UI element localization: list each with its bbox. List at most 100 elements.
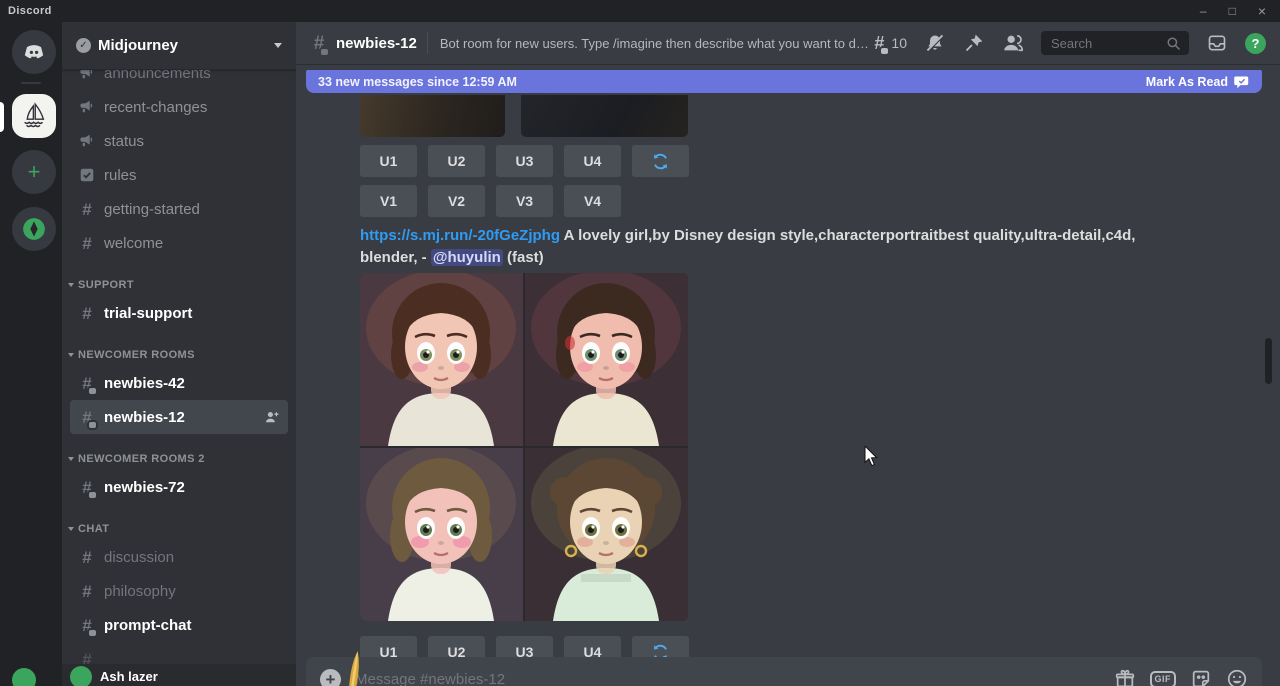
category-support[interactable]: SUPPORT xyxy=(62,274,296,296)
user-panel[interactable]: Ash lazer xyxy=(62,664,296,686)
message-input[interactable]: Message #newbies-12 xyxy=(355,671,1100,686)
maximize-button[interactable]: □ xyxy=(1229,5,1236,17)
attach-plus-icon[interactable]: + xyxy=(320,669,341,686)
chevron-down-icon xyxy=(274,43,282,48)
create-invite-icon[interactable] xyxy=(264,409,280,425)
previous-image-partial[interactable] xyxy=(521,95,688,137)
channel-list: announcements recent-changes status rule… xyxy=(62,56,296,676)
channel-rules[interactable]: rules xyxy=(70,158,288,192)
variation-button-row: V1 V2 V3 V4 xyxy=(360,185,621,217)
u3-button[interactable]: U3 xyxy=(496,145,553,177)
channel-recent-changes[interactable]: recent-changes xyxy=(70,90,288,124)
hash-icon: # xyxy=(78,305,96,322)
image-quadrant-1[interactable] xyxy=(360,273,523,446)
discord-logo-icon xyxy=(21,39,47,65)
channel-name: newbies-72 xyxy=(104,479,280,496)
v1-button[interactable]: V1 xyxy=(360,185,417,217)
image-quadrant-3[interactable] xyxy=(360,448,523,621)
mode-label: (fast) xyxy=(507,249,544,266)
channel-getting-started[interactable]: # getting-started xyxy=(70,192,288,226)
category-newcomer-rooms-2[interactable]: NEWCOMER ROOMS 2 xyxy=(62,448,296,470)
sailboat-icon xyxy=(19,101,49,131)
search-box[interactable] xyxy=(1041,31,1189,55)
channel-topic[interactable]: Bot room for new users. Type /imagine th… xyxy=(440,36,870,51)
pinned-messages-icon[interactable] xyxy=(963,32,985,54)
channel-name: discussion xyxy=(104,549,280,566)
gift-icon[interactable] xyxy=(1114,668,1136,686)
mouse-cursor xyxy=(864,446,879,467)
channel-philosophy[interactable]: # philosophy xyxy=(70,574,288,608)
member-list-icon[interactable] xyxy=(1002,32,1024,54)
add-server-button[interactable]: + xyxy=(12,150,56,194)
channel-name: trial-support xyxy=(104,305,280,322)
channel-welcome[interactable]: # welcome xyxy=(70,226,288,260)
user-avatar[interactable] xyxy=(70,666,92,686)
new-messages-text: 33 new messages since 12:59 AM xyxy=(318,75,517,89)
hash-chat-icon: # xyxy=(78,479,96,496)
channel-status[interactable]: status xyxy=(70,124,288,158)
discord-app: Discord – □ × + xyxy=(0,0,1280,686)
upscale-button-row: U1 U2 U3 U4 xyxy=(360,145,689,177)
new-messages-bar[interactable]: 33 new messages since 12:59 AM Mark As R… xyxy=(306,70,1262,93)
bot-message: https://s.mj.run/-20fGeZjphg A lovely gi… xyxy=(360,225,1172,269)
notifications-muted-icon[interactable] xyxy=(924,32,946,54)
search-input[interactable] xyxy=(1049,35,1166,52)
image-quadrant-2[interactable] xyxy=(525,273,688,446)
channel-newbies-72[interactable]: # newbies-72 xyxy=(70,470,288,504)
category-chat[interactable]: CHAT xyxy=(62,518,296,540)
v3-button[interactable]: V3 xyxy=(496,185,553,217)
server-header[interactable]: ✓ Midjourney xyxy=(62,22,296,70)
rail-user-avatar[interactable] xyxy=(12,668,36,686)
hash-chat-icon: # xyxy=(310,34,328,53)
server-rail: + xyxy=(0,22,62,686)
channel-prompt-chat[interactable]: # prompt-chat xyxy=(70,608,288,642)
help-button[interactable]: ? xyxy=(1245,33,1266,54)
channel-newbies-42[interactable]: # newbies-42 xyxy=(70,366,288,400)
inbox-icon[interactable] xyxy=(1206,32,1228,54)
channel-trial-support[interactable]: # trial-support xyxy=(70,296,288,330)
rail-separator xyxy=(21,82,41,84)
user-mention[interactable]: @huyulin xyxy=(431,249,503,266)
explore-servers-button[interactable] xyxy=(12,207,56,251)
divider xyxy=(427,32,428,54)
channel-discussion[interactable]: # discussion xyxy=(70,540,288,574)
channel-name: rules xyxy=(104,167,280,184)
gif-picker-button[interactable]: GIF xyxy=(1150,671,1177,686)
channel-name: philosophy xyxy=(104,583,280,600)
prompt-link[interactable]: https://s.mj.run/-20fGeZjphg xyxy=(360,227,560,244)
midjourney-server-button[interactable] xyxy=(12,94,56,138)
plus-icon: + xyxy=(28,159,41,185)
chevron-down-icon xyxy=(68,457,74,461)
refresh-icon xyxy=(651,152,670,171)
category-newcomer-rooms[interactable]: NEWCOMER ROOMS xyxy=(62,344,296,366)
channel-topbar: # newbies-12 Bot room for new users. Typ… xyxy=(296,22,1280,64)
category-label: NEWCOMER ROOMS 2 xyxy=(78,453,205,465)
generated-image-grid[interactable] xyxy=(360,273,688,621)
close-button[interactable]: × xyxy=(1258,4,1266,18)
active-server-pill xyxy=(0,102,4,132)
window-titlebar: Discord – □ × xyxy=(0,0,1280,22)
v4-button[interactable]: V4 xyxy=(564,185,621,217)
message-composer[interactable]: + Message #newbies-12 GIF xyxy=(306,657,1262,686)
sticker-icon[interactable] xyxy=(1190,668,1212,686)
u2-button[interactable]: U2 xyxy=(428,145,485,177)
channel-name: getting-started xyxy=(104,201,280,218)
channel-newbies-12[interactable]: # newbies-12 xyxy=(70,400,288,434)
chat-scrollbar-thumb[interactable] xyxy=(1265,338,1272,384)
search-icon xyxy=(1166,36,1181,51)
minimize-button[interactable]: – xyxy=(1200,5,1207,17)
mark-as-read-button[interactable]: Mark As Read xyxy=(1146,75,1250,89)
discord-home-button[interactable] xyxy=(12,30,56,74)
threads-button[interactable]: # 10 xyxy=(870,34,907,52)
emoji-icon[interactable] xyxy=(1226,668,1248,686)
image-quadrant-4[interactable] xyxy=(525,448,688,621)
question-icon: ? xyxy=(1252,36,1260,51)
v2-button[interactable]: V2 xyxy=(428,185,485,217)
hash-chat-icon: # xyxy=(78,375,96,392)
u4-button[interactable]: U4 xyxy=(564,145,621,177)
u1-button[interactable]: U1 xyxy=(360,145,417,177)
reroll-button[interactable] xyxy=(632,145,689,177)
username: Ash lazer xyxy=(100,669,158,684)
previous-image-partial[interactable] xyxy=(360,95,505,137)
channel-name: newbies-12 xyxy=(104,409,256,426)
